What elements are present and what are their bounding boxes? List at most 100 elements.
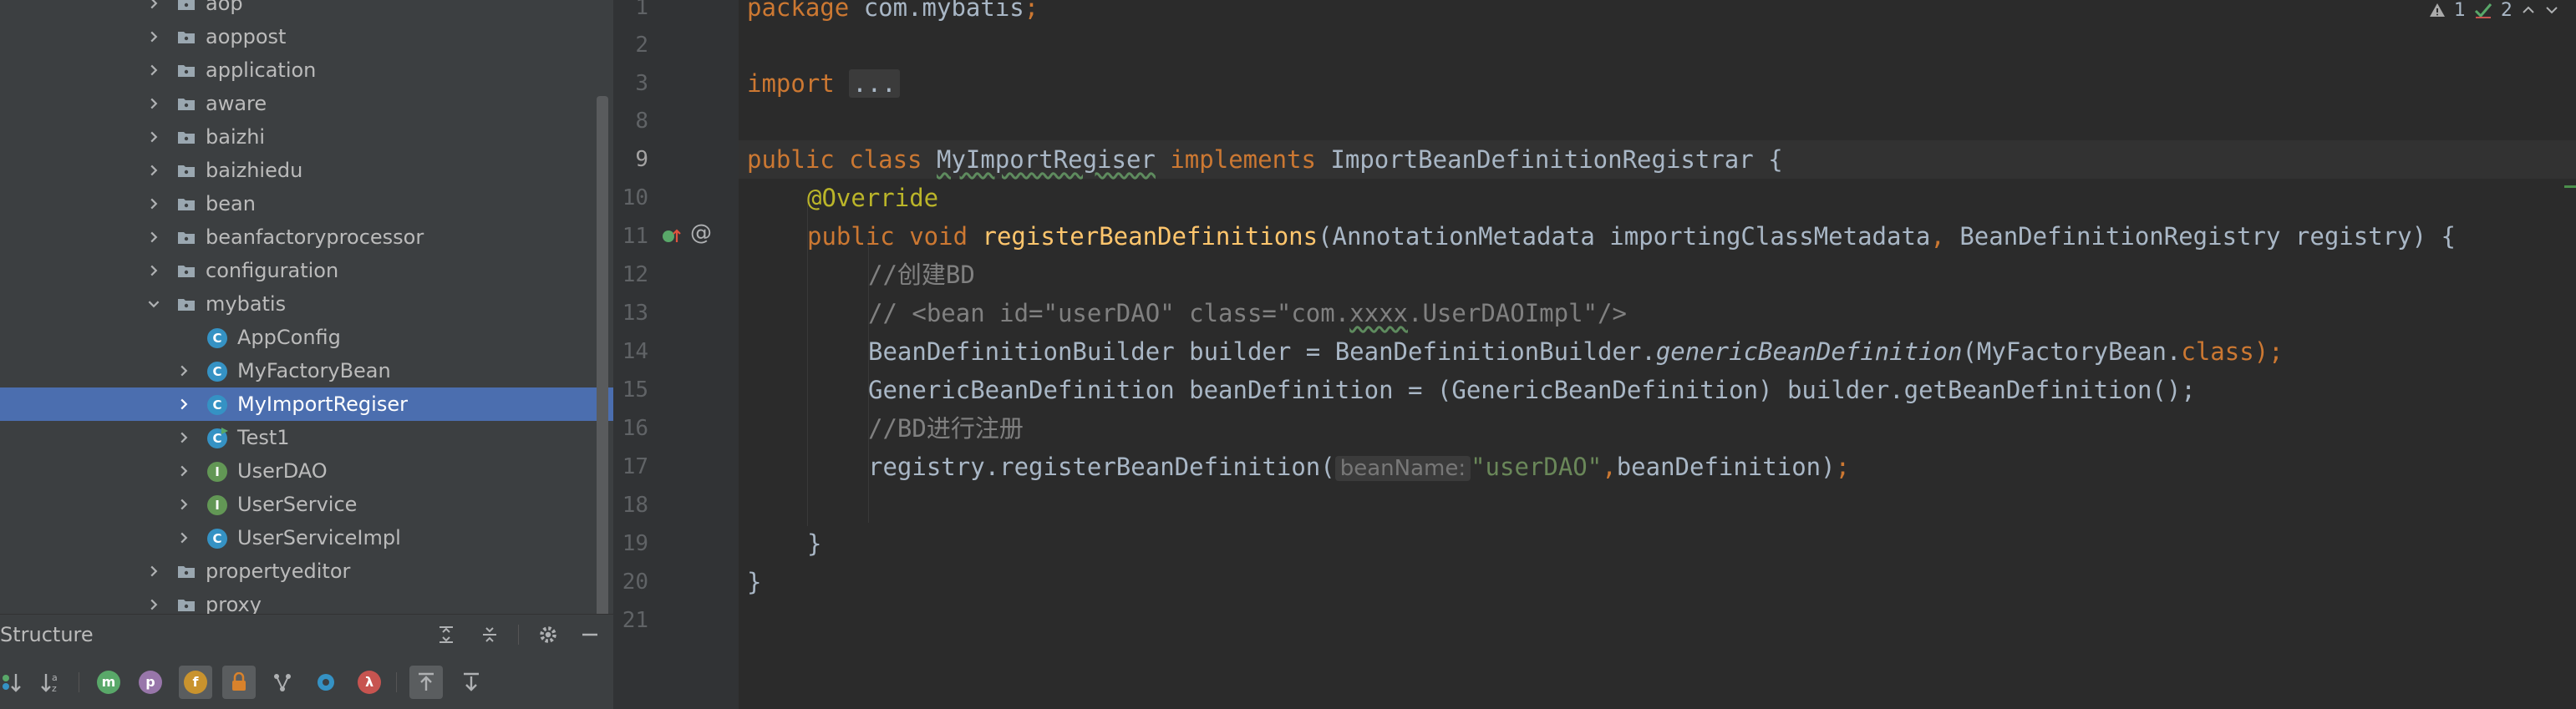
chevron-right-icon[interactable]: [175, 488, 192, 521]
comment-token: // <bean id="userDAO" class="com.: [868, 299, 1350, 327]
folded-imports[interactable]: ...: [849, 69, 900, 98]
minimize-icon[interactable]: [577, 621, 603, 648]
code-line-19[interactable]: }: [807, 524, 821, 563]
chevron-right-icon[interactable]: [175, 354, 192, 387]
chevron-right-icon[interactable]: [175, 387, 192, 421]
inspection-widget[interactable]: 1 2: [2429, 0, 2559, 21]
tree-folder-bean[interactable]: bean: [0, 187, 613, 220]
code-line-3[interactable]: import ...: [747, 64, 900, 103]
tree-folder-propertyeditor[interactable]: propertyeditor: [0, 555, 613, 588]
code-token: implements: [1155, 145, 1331, 174]
autoscroll-from-source-icon[interactable]: [455, 666, 488, 699]
project-tree[interactable]: aop aoppost application aware baizhi bai…: [0, 0, 613, 614]
code-token: genericBeanDefinition: [1655, 337, 1963, 366]
chevron-right-icon[interactable]: [145, 220, 162, 254]
tree-label: baizhiedu: [206, 159, 303, 182]
code-line-17[interactable]: registry.registerBeanDefinition(beanName…: [868, 448, 1850, 486]
tree-interface-userservice[interactable]: I UserService: [0, 488, 613, 521]
collapse-all-icon[interactable]: [476, 621, 503, 648]
code-line-10[interactable]: @Override: [807, 179, 938, 217]
gear-icon[interactable]: [535, 621, 561, 648]
chevron-right-icon[interactable]: [145, 187, 162, 220]
tree-folder-aop[interactable]: aop: [0, 0, 613, 20]
chevron-right-icon[interactable]: [145, 588, 162, 614]
code-line-14[interactable]: BeanDefinitionBuilder builder = BeanDefi…: [868, 332, 2284, 371]
line-number: 14: [622, 339, 648, 364]
tree-label: application: [206, 58, 317, 82]
show-fields-icon[interactable]: f: [179, 666, 212, 699]
tree-label: baizhi: [206, 125, 266, 149]
show-lambdas-icon[interactable]: λ: [353, 666, 386, 699]
weak-warning-count: 2: [2501, 0, 2512, 21]
line-number: 10: [622, 185, 648, 210]
scrollbar-marker[interactable]: [2564, 185, 2576, 188]
toolbar-divider: [396, 672, 397, 692]
show-inherited-icon[interactable]: m: [92, 666, 125, 699]
tree-class-myfactorybean[interactable]: C MyFactoryBean: [0, 354, 613, 387]
chevron-up-icon[interactable]: [2521, 3, 2536, 18]
annotation-gutter-icon[interactable]: @: [690, 220, 712, 246]
code-line-15[interactable]: GenericBeanDefinition beanDefinition = (…: [868, 371, 2196, 409]
chevron-right-icon[interactable]: [145, 254, 162, 287]
tree-class-appconfig[interactable]: C AppConfig: [0, 321, 613, 354]
show-properties-icon[interactable]: p: [134, 666, 167, 699]
structure-title: Structure: [0, 623, 94, 646]
chevron-right-icon[interactable]: [175, 421, 192, 454]
tree-folder-beanfactoryprocessor[interactable]: beanfactoryprocessor: [0, 220, 613, 254]
chevron-right-icon[interactable]: [145, 20, 162, 53]
tree-class-myimportregiser[interactable]: C MyImportRegiser: [0, 387, 613, 421]
tree-label: propertyeditor: [206, 560, 351, 583]
line-number: 15: [622, 377, 648, 403]
structure-panel-header: Structure: [0, 614, 613, 655]
chevron-right-icon[interactable]: [175, 521, 192, 555]
show-inheritors-icon[interactable]: [266, 666, 299, 699]
chevron-right-icon[interactable]: [145, 120, 162, 154]
code-editor[interactable]: 1 2 3 8 9 10 11 12 13 14 15 16 17 18 19 …: [613, 0, 2576, 709]
code-line-1[interactable]: package com.mybatis;: [747, 0, 1039, 27]
code-line-16[interactable]: //BD进行注册: [868, 409, 1024, 448]
chevron-right-icon[interactable]: [145, 0, 162, 20]
tree-folder-mybatis[interactable]: mybatis: [0, 287, 613, 321]
code-line-12[interactable]: //创建BD: [868, 256, 975, 294]
sort-alpha-icon[interactable]: az: [35, 666, 69, 699]
tree-folder-proxy[interactable]: proxy: [0, 588, 613, 614]
tree-folder-aoppost[interactable]: aoppost: [0, 20, 613, 53]
implements-method-icon[interactable]: [660, 225, 682, 247]
tree-folder-configuration[interactable]: configuration: [0, 254, 613, 287]
code-line-9[interactable]: public class MyImportRegiser implements …: [747, 140, 1783, 179]
editor-gutter[interactable]: 1 2 3 8 9 10 11 12 13 14 15 16 17 18 19 …: [613, 0, 739, 709]
tree-folder-application[interactable]: application: [0, 53, 613, 87]
code-line-13[interactable]: // <bean id="userDAO" class="com.xxxx.Us…: [868, 294, 1627, 332]
chevron-right-icon[interactable]: [145, 53, 162, 87]
tree-folder-baizhi[interactable]: baizhi: [0, 120, 613, 154]
code-line-20[interactable]: }: [747, 563, 761, 601]
autoscroll-to-source-icon[interactable]: [409, 666, 443, 699]
code-token: ,: [1602, 453, 1617, 481]
package-folder-icon: [178, 600, 195, 611]
tree-scrollbar[interactable]: [597, 96, 608, 614]
tree-label: mybatis: [206, 292, 287, 316]
parameter-hint: beanName:: [1334, 456, 1471, 481]
code-token: com.mybatis: [863, 0, 1024, 22]
chevron-down-icon[interactable]: [2544, 3, 2559, 18]
tree-folder-aware[interactable]: aware: [0, 87, 613, 120]
warning-count: 1: [2454, 0, 2466, 21]
chevron-down-icon[interactable]: [145, 287, 162, 321]
tree-interface-userdao[interactable]: I UserDAO: [0, 454, 613, 488]
show-anonymous-icon[interactable]: [309, 666, 343, 699]
chevron-right-icon[interactable]: [145, 87, 162, 120]
code-token: ,: [1930, 222, 1960, 251]
chevron-right-icon[interactable]: [145, 154, 162, 187]
tree-folder-baizhiedu[interactable]: baizhiedu: [0, 154, 613, 187]
chevron-right-icon[interactable]: [175, 454, 192, 488]
code-line-11[interactable]: public void registerBeanDefinitions(Anno…: [807, 217, 2456, 256]
show-non-public-icon[interactable]: [222, 666, 256, 699]
toolbar-divider: [518, 625, 519, 645]
tree-class-userserviceimpl[interactable]: C UserServiceImpl: [0, 521, 613, 555]
sort-visibility-icon[interactable]: [0, 666, 28, 699]
expand-all-icon[interactable]: [433, 621, 460, 648]
code-token: beanDefinition): [1616, 453, 1836, 481]
annotation-token: @Override: [807, 184, 939, 212]
tree-class-test1[interactable]: C Test1: [0, 421, 613, 454]
chevron-right-icon[interactable]: [145, 555, 162, 588]
